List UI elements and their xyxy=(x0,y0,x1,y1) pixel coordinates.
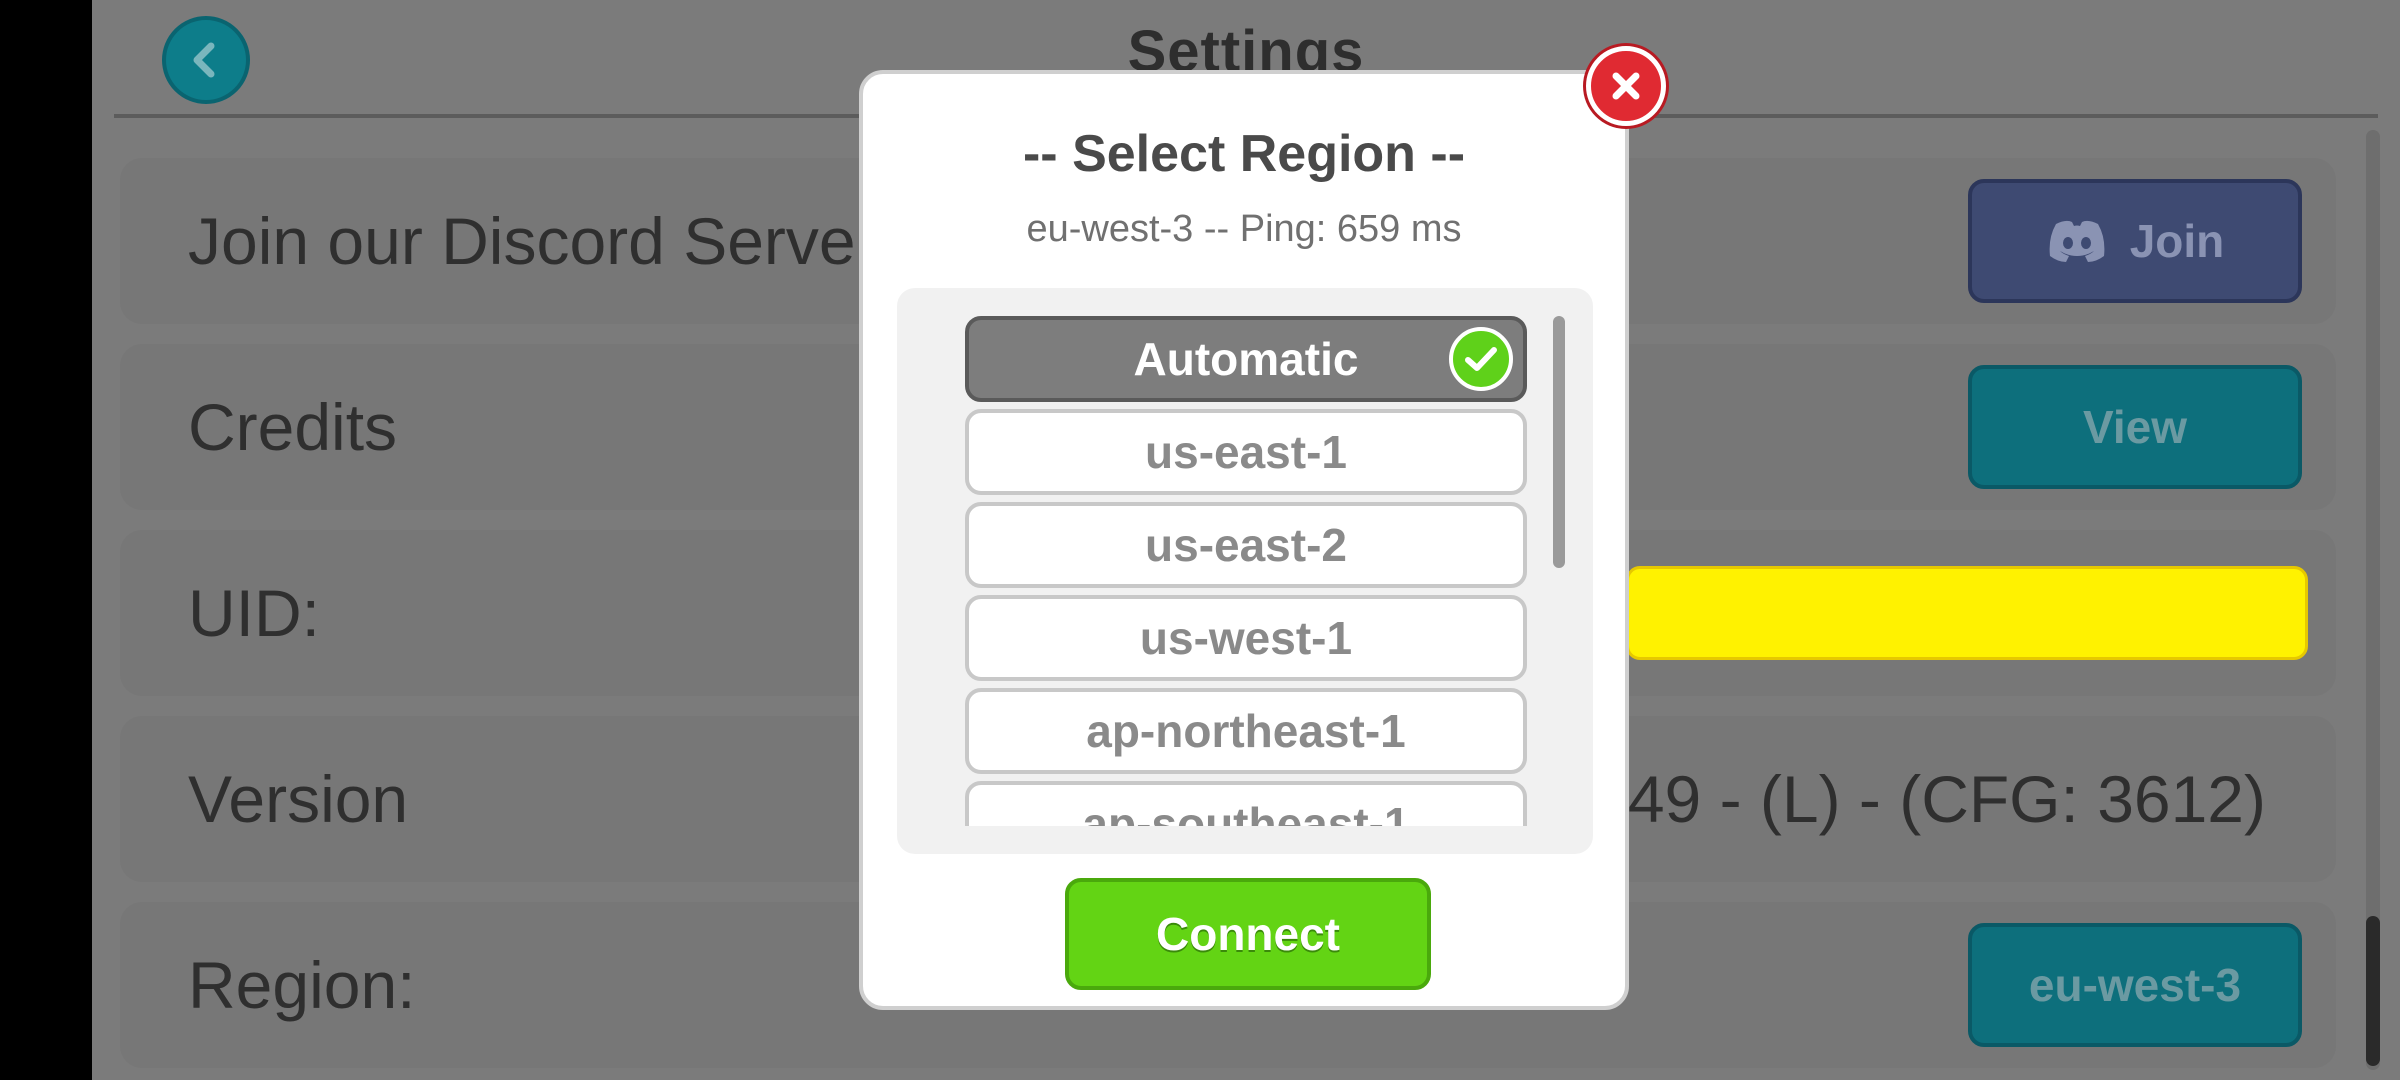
region-list-scrollbar[interactable] xyxy=(1553,316,1565,568)
region-option-ap-southeast-1[interactable]: ap-southeast-1 xyxy=(965,781,1527,826)
credits-label: Credits xyxy=(188,390,398,464)
region-option-automatic[interactable]: Automatic xyxy=(965,316,1527,402)
connect-button[interactable]: Connect xyxy=(1065,878,1431,990)
region-option-label: Automatic xyxy=(1133,333,1359,385)
region-option-ap-northeast-1[interactable]: ap-northeast-1 xyxy=(965,688,1527,774)
join-label: Join xyxy=(2129,215,2225,267)
connect-label: Connect xyxy=(1156,908,1340,960)
region-option-label: us-east-1 xyxy=(1145,426,1347,478)
region-option-us-east-1[interactable]: us-east-1 xyxy=(965,409,1527,495)
region-option-label: us-east-2 xyxy=(1145,519,1347,571)
region-select-dialog: -- Select Region -- eu-west-3 -- Ping: 6… xyxy=(859,70,1629,1010)
version-value: 49 - (L) - (CFG: 3612) xyxy=(1627,762,2266,836)
version-label: Version xyxy=(188,762,409,836)
discord-icon xyxy=(2049,220,2105,262)
region-option-label: ap-southeast-1 xyxy=(1082,798,1410,826)
uid-label: UID: xyxy=(188,576,320,650)
view-label: View xyxy=(2083,401,2187,453)
close-icon xyxy=(1612,72,1640,100)
region-button-label: eu-west-3 xyxy=(2028,959,2242,1011)
region-option-us-east-2[interactable]: us-east-2 xyxy=(965,502,1527,588)
close-dialog-button[interactable] xyxy=(1586,46,1666,126)
region-option-label: us-west-1 xyxy=(1139,612,1353,664)
dialog-title: -- Select Region -- xyxy=(1022,125,1466,183)
region-option-us-west-1[interactable]: us-west-1 xyxy=(965,595,1527,681)
join-discord-button[interactable]: Join xyxy=(1968,179,2302,303)
discord-label: Join our Discord Server xyxy=(188,204,878,278)
settings-scrollbar-thumb[interactable] xyxy=(2366,916,2380,1066)
view-credits-button[interactable]: View xyxy=(1968,365,2302,489)
region-option-label: ap-northeast-1 xyxy=(1086,705,1406,757)
region-button[interactable]: eu-west-3 xyxy=(1968,923,2302,1047)
region-label: Region: xyxy=(188,948,416,1022)
region-list-viewport: Automatic us-east-1 us-east-2 us-west-1 … xyxy=(897,310,1593,826)
check-icon xyxy=(1449,327,1513,391)
dialog-subtitle: eu-west-3 -- Ping: 659 ms xyxy=(1026,208,1462,250)
uid-value-box[interactable] xyxy=(1626,566,2308,660)
region-list[interactable]: Automatic us-east-1 us-east-2 us-west-1 … xyxy=(897,288,1593,854)
